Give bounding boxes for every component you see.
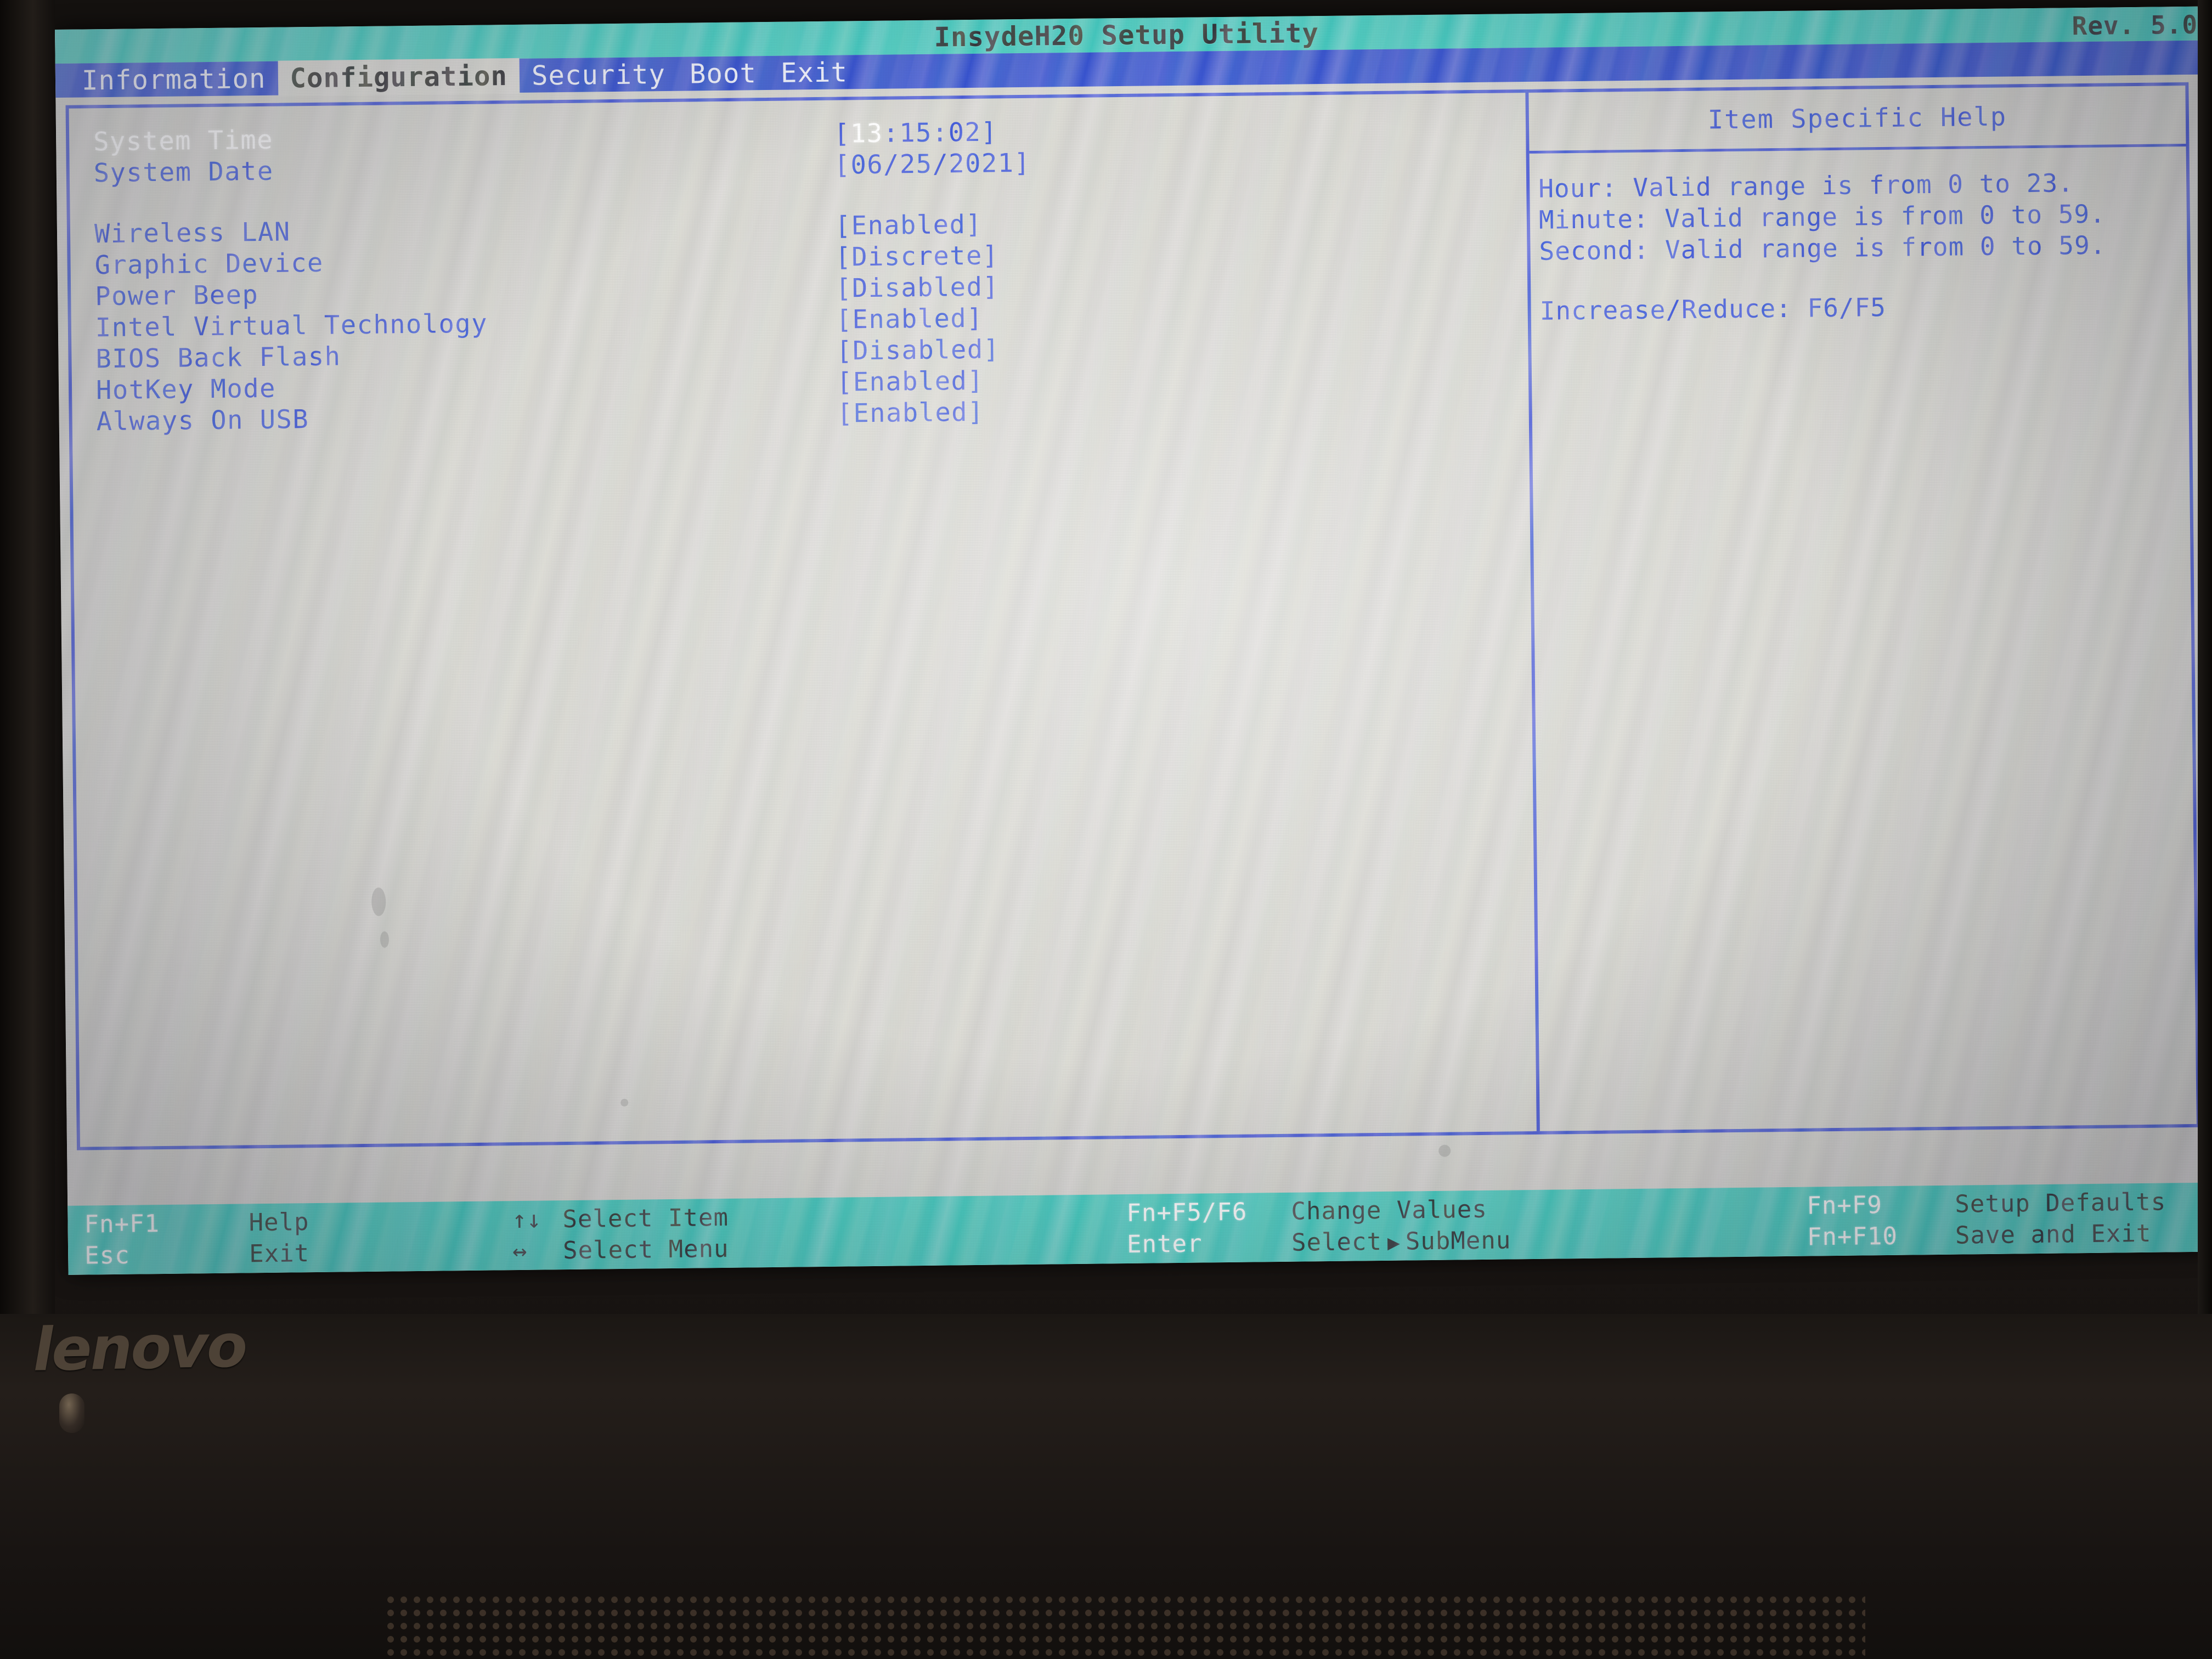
setting-value[interactable]: [Disabled]	[836, 272, 1000, 303]
help-panel-body: Hour: Valid range is from 0 to 23. Minut…	[1530, 146, 2188, 327]
footer-entry-submenu[interactable]: Enter Select ▶ SubMenu	[1127, 1223, 1807, 1259]
help-line-increase-reduce: Increase/Reduce: F6/F5	[1539, 292, 1887, 326]
bezel-left-edge	[0, 0, 55, 1350]
setting-value[interactable]: [Enabled]	[836, 303, 984, 335]
page-title: InsydeH20 Setup Utility	[934, 17, 1319, 53]
footer-entry-help[interactable]: Fn+F1 Help	[84, 1206, 512, 1238]
key-fn-f5-f6: Fn+F5/F6	[1126, 1198, 1248, 1227]
footer-entry-save-and-exit[interactable]: Fn+F10 Save and Exit	[1807, 1219, 2192, 1251]
setting-value[interactable]: [06/25/2021]	[834, 148, 1030, 180]
bios-body: System Time [13:15:02] System Date [06/2…	[55, 75, 2210, 1206]
footer-change-values-label: Change Values	[1291, 1195, 1488, 1226]
footer-select-label: Select	[1291, 1227, 1383, 1257]
photo-of-laptop: InsydeH20 Setup Utility Information Conf…	[0, 0, 2212, 1659]
footer-column-1: Fn+F1 Help Esc Exit	[84, 1206, 512, 1269]
time-rest: :15:02]	[883, 117, 998, 149]
setting-value[interactable]: [Discrete]	[835, 240, 999, 272]
key-fn-f9: Fn+F9	[1807, 1191, 1883, 1220]
laptop-screen: InsydeH20 Setup Utility Information Conf…	[55, 6, 2211, 1275]
footer-entry-select-item[interactable]: ↑↓ Select Item	[512, 1199, 1126, 1234]
setting-value[interactable]: [13:15:02]	[834, 117, 998, 149]
footer-column-2: ↑↓ Select Item ↔ Select Menu	[512, 1199, 1127, 1265]
footer-setup-defaults-label: Setup Defaults	[1955, 1188, 2166, 1218]
footer-help-label: Help	[249, 1208, 309, 1237]
tab-boot[interactable]: Boot	[678, 55, 769, 92]
settings-list: System Time [13:15:02] System Date [06/2…	[93, 111, 1529, 438]
footer-entry-select-menu[interactable]: ↔ Select Menu	[512, 1231, 1127, 1265]
tab-exit[interactable]: Exit	[769, 54, 860, 91]
footer-entry-exit[interactable]: Esc Exit	[84, 1237, 513, 1269]
footer-exit-label: Exit	[249, 1239, 310, 1268]
setting-value[interactable]: [Disabled]	[836, 334, 1000, 366]
bios-revision: Rev. 5.0	[2072, 9, 2198, 41]
up-down-arrow-icon: ↑↓	[512, 1205, 541, 1234]
laptop-chassis	[0, 1314, 2212, 1659]
left-right-arrow-icon: ↔	[512, 1237, 527, 1266]
time-hour-field[interactable]: 13	[850, 119, 883, 149]
setting-value[interactable]: [Enabled]	[837, 366, 984, 398]
footer-select-item-label: Select Item	[562, 1203, 729, 1234]
footer-entry-change-values[interactable]: Fn+F5/F6 Change Values	[1126, 1192, 1807, 1227]
footer-submenu-label: SubMenu	[1405, 1226, 1511, 1256]
triangle-right-icon: ▶	[1387, 1230, 1401, 1255]
item-specific-help-pane: Item Specific Help Hour: Valid range is …	[1528, 86, 2196, 1131]
footer-column-4: Fn+F9 Setup Defaults Fn+F10 Save and Exi…	[1807, 1188, 2191, 1251]
footer-save-and-exit-label: Save and Exit	[1955, 1219, 2152, 1250]
bezel-right-edge	[2198, 0, 2212, 1350]
key-esc: Esc	[84, 1241, 130, 1270]
lenovo-logo: lenovo	[32, 1312, 247, 1385]
key-fn-f1: Fn+F1	[84, 1210, 160, 1239]
footer-entry-setup-defaults[interactable]: Fn+F9 Setup Defaults	[1807, 1188, 2191, 1220]
setting-value[interactable]: [Enabled]	[837, 397, 984, 429]
help-panel-title: Item Specific Help	[1707, 101, 2007, 135]
bios-setup-utility: InsydeH20 Setup Utility Information Conf…	[55, 6, 2211, 1275]
key-enter: Enter	[1126, 1229, 1203, 1259]
footer-select-menu-label: Select Menu	[562, 1234, 729, 1265]
content-frame: System Time [13:15:02] System Date [06/2…	[65, 82, 2200, 1150]
key-fn-f10: Fn+F10	[1807, 1222, 1898, 1251]
power-led-indicator	[59, 1393, 84, 1433]
keyboard-area	[384, 1593, 1865, 1659]
settings-pane: System Time [13:15:02] System Date [06/2…	[69, 93, 1537, 1147]
tab-configuration[interactable]: Configuration	[278, 58, 520, 97]
setting-value[interactable]: [Enabled]	[835, 210, 983, 241]
footer-column-3: Fn+F5/F6 Change Values Enter Select ▶ Su…	[1126, 1192, 1807, 1259]
tab-information[interactable]: Information	[70, 60, 278, 98]
tab-security[interactable]: Security	[520, 56, 678, 93]
